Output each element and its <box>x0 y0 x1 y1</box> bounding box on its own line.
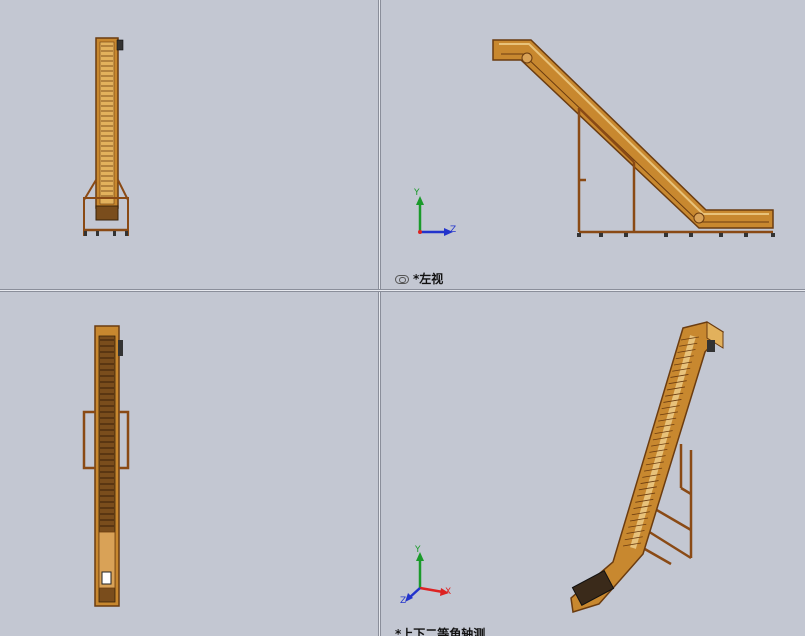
conveyor-front-view <box>83 37 129 236</box>
axis-label-x-iso: X <box>445 587 452 597</box>
axis-label-y-iso: Y <box>415 545 421 555</box>
view-label-isometric: *上下二等角轴测 <box>395 625 485 636</box>
viewport-splitter-vertical[interactable] <box>378 0 381 636</box>
view-label-left: *左视 <box>395 270 443 287</box>
axis-label-z: Z <box>450 225 457 235</box>
view-name: *左视 <box>413 272 444 286</box>
viewport-left-view[interactable]: Y Z *左视 <box>381 0 805 289</box>
conveyor-top-view <box>82 325 130 607</box>
four-view-layout: Y Z *左视 Y X Z *上下二等角轴测 <box>0 0 805 636</box>
axis-label-z-iso: Z <box>400 596 407 606</box>
viewport-top-view[interactable] <box>0 292 378 636</box>
view-name-iso: *上下二等角轴测 <box>395 627 486 636</box>
viewport-front[interactable] <box>0 0 378 289</box>
link-icon <box>395 275 409 284</box>
axis-label-y: Y <box>414 188 420 198</box>
axis-triad-iso <box>405 552 449 602</box>
axis-triad <box>416 196 453 236</box>
viewport-splitter-horizontal[interactable] <box>0 289 805 292</box>
viewport-isometric[interactable]: Y X Z *上下二等角轴测 <box>381 292 805 636</box>
